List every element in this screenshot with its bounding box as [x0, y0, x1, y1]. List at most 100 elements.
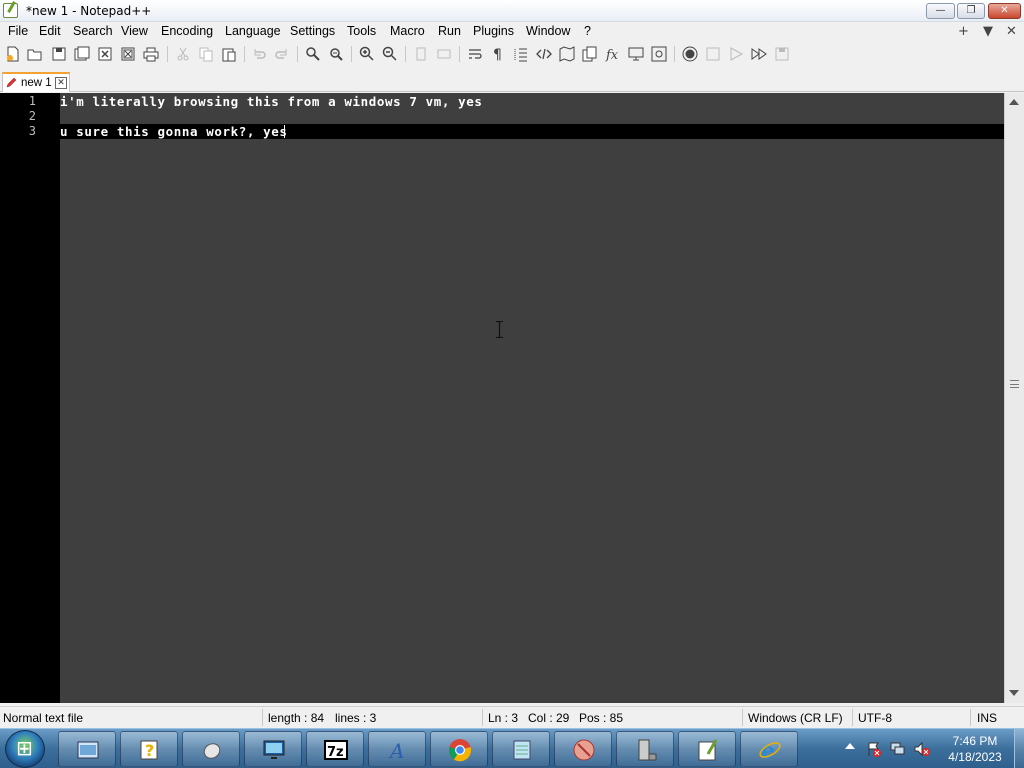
menu-window[interactable]: Window [526, 24, 570, 38]
function-list-icon[interactable]: fx [605, 46, 621, 62]
scroll-up-arrow-icon[interactable] [1009, 99, 1019, 105]
line-number: 3 [28, 124, 36, 138]
save-macro-icon[interactable] [774, 46, 790, 62]
notepadpp-app-icon[interactable] [3, 3, 18, 18]
server-icon [638, 739, 657, 761]
undo-icon[interactable] [251, 46, 267, 62]
svg-text:fx: fx [605, 48, 619, 62]
indent-guide-icon[interactable] [513, 46, 529, 62]
antivirus-taskbar-button[interactable] [554, 731, 612, 767]
server-taskbar-button[interactable] [616, 731, 674, 767]
play-macro-icon[interactable] [728, 46, 744, 62]
new-tab-plus-icon[interactable]: + [958, 24, 969, 39]
menu-edit[interactable]: Edit [39, 24, 61, 38]
toolbar-separator [459, 46, 460, 62]
menu-macro[interactable]: Macro [390, 24, 425, 38]
tab-list-dropdown-icon[interactable]: ▼ [983, 24, 993, 39]
tab-new-1[interactable]: new 1 ✕ [2, 72, 70, 92]
stop-macro-icon[interactable] [705, 46, 721, 62]
show-hidden-icons-icon[interactable] [845, 743, 855, 749]
display-taskbar-button[interactable] [244, 731, 302, 767]
action-center-flag-icon[interactable] [866, 741, 882, 757]
status-position[interactable]: Pos : 85 [579, 711, 623, 725]
menu-help[interactable]: ? [584, 24, 591, 38]
menu-language[interactable]: Language [225, 24, 281, 38]
status-column[interactable]: Col : 29 [528, 711, 569, 725]
close-all-icon[interactable] [120, 46, 136, 62]
line-number-gutter: 1 2 3 [0, 93, 60, 703]
zoom-out-icon[interactable] [382, 46, 398, 62]
code-line[interactable]: u sure this gonna work?, yes [60, 124, 288, 139]
scroll-thumb-grip[interactable] [1010, 380, 1019, 388]
sync-vertical-icon[interactable] [413, 46, 429, 62]
close-window-button[interactable]: ✕ [988, 3, 1021, 19]
status-line[interactable]: Ln : 3 [488, 711, 518, 725]
print-icon[interactable] [143, 46, 159, 62]
status-encoding[interactable]: UTF-8 [858, 711, 892, 725]
menu-plugins[interactable]: Plugins [473, 24, 514, 38]
explorer-taskbar-button[interactable] [58, 731, 116, 767]
menu-settings[interactable]: Settings [290, 24, 335, 38]
redo-icon[interactable] [274, 46, 290, 62]
font-icon: A [388, 739, 404, 762]
run-macro-multiple-icon[interactable] [751, 46, 767, 62]
xml-tag-icon[interactable] [536, 46, 552, 62]
paste-icon[interactable] [221, 46, 237, 62]
clone-icon[interactable] [582, 46, 598, 62]
7zip-taskbar-button[interactable]: 7z [306, 731, 364, 767]
ie-taskbar-button[interactable]: e [740, 731, 798, 767]
zoom-in-icon[interactable] [359, 46, 375, 62]
close-icon[interactable] [97, 46, 113, 62]
record-macro-icon[interactable] [682, 46, 698, 62]
volume-muted-icon[interactable] [914, 741, 930, 757]
display-icon [263, 740, 285, 759]
cut-icon[interactable] [175, 46, 191, 62]
save-all-icon[interactable] [74, 46, 90, 62]
help-taskbar-button[interactable]: ? [120, 731, 178, 767]
toolbar-separator [351, 46, 352, 62]
maximize-button[interactable]: ❐ [957, 3, 985, 19]
new-file-icon[interactable] [5, 46, 21, 62]
network-icon[interactable] [890, 741, 906, 757]
mouse-taskbar-button[interactable] [182, 731, 240, 767]
clock-time[interactable]: 7:46 PM [940, 734, 1010, 748]
document-map-icon[interactable] [559, 46, 575, 62]
vertical-scrollbar[interactable] [1004, 93, 1024, 703]
show-desktop-button[interactable] [1014, 729, 1024, 768]
menu-tools[interactable]: Tools [347, 24, 376, 38]
notepadpp-icon [698, 739, 718, 761]
copy-icon[interactable] [198, 46, 214, 62]
minimize-button[interactable]: — [926, 3, 955, 19]
font-taskbar-button[interactable]: A [368, 731, 426, 767]
menu-search[interactable]: Search [73, 24, 113, 38]
chrome-taskbar-button[interactable] [430, 731, 488, 767]
tab-label: new 1 [21, 77, 52, 89]
sync-horizontal-icon[interactable] [436, 46, 452, 62]
menu-run[interactable]: Run [438, 24, 461, 38]
tab-bar: new 1 ✕ [0, 68, 1024, 92]
tab-close-icon[interactable]: ✕ [55, 77, 67, 89]
show-all-chars-icon[interactable]: ¶ [490, 46, 506, 62]
menu-file[interactable]: File [8, 24, 28, 38]
open-file-icon[interactable] [27, 46, 43, 62]
window-title: *new 1 - Notepad++ [26, 4, 152, 18]
screenshot-icon[interactable] [651, 46, 667, 62]
menu-view[interactable]: View [121, 24, 148, 38]
status-separator [852, 709, 853, 726]
code-line[interactable]: i'm literally browsing this from a windo… [60, 94, 483, 109]
save-icon[interactable] [51, 46, 67, 62]
menu-encoding[interactable]: Encoding [161, 24, 213, 38]
notepadpp-taskbar-button[interactable] [678, 731, 736, 767]
status-eol[interactable]: Windows (CR LF) [748, 711, 843, 725]
close-document-icon[interactable]: ✕ [1006, 24, 1017, 39]
monitor-icon[interactable] [628, 46, 644, 62]
scroll-down-arrow-icon[interactable] [1009, 690, 1019, 696]
word-wrap-icon[interactable] [467, 46, 483, 62]
notepad-taskbar-button[interactable] [492, 731, 550, 767]
find-icon[interactable] [305, 46, 321, 62]
start-button[interactable] [5, 730, 45, 768]
replace-icon[interactable] [328, 46, 344, 62]
editor-area[interactable]: 1 2 3 i'm literally browsing this from a… [0, 93, 1024, 703]
clock-date[interactable]: 4/18/2023 [940, 750, 1010, 764]
status-insert-mode[interactable]: INS [977, 711, 997, 725]
